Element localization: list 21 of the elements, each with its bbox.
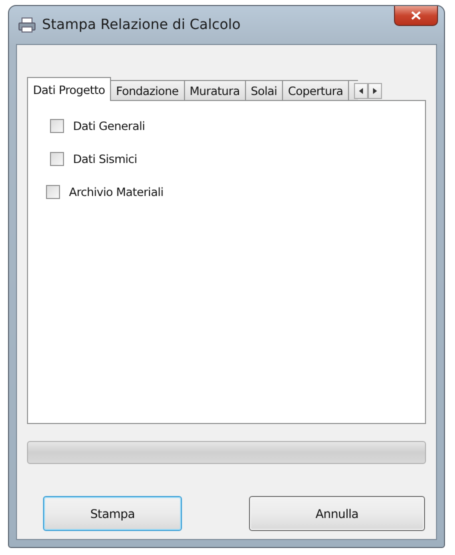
checkbox-label: Archivio Materiali: [69, 185, 164, 199]
scroll-left-button[interactable]: [354, 83, 368, 99]
tab[interactable]: Muratura: [184, 80, 246, 101]
checkbox-label: Dati Generali: [73, 119, 145, 133]
checkbox[interactable]: [46, 185, 60, 199]
checkbox-label: Dati Sismici: [73, 152, 138, 166]
scroll-right-button[interactable]: [368, 83, 382, 99]
right-arrow-icon: [373, 88, 378, 94]
close-icon: [411, 11, 421, 20]
tab[interactable]: Solai: [244, 80, 284, 101]
printer-icon: [18, 17, 36, 33]
tab[interactable]: Copertura: [282, 80, 350, 101]
window-title: Stampa Relazione di Calcolo: [42, 17, 241, 33]
checkbox[interactable]: [50, 152, 64, 166]
tab[interactable]: Dati Progetto: [27, 77, 112, 101]
checkbox[interactable]: [50, 119, 64, 133]
cancel-button[interactable]: Annulla: [249, 496, 425, 531]
tab[interactable]: Fondazione: [110, 80, 185, 101]
print-button[interactable]: Stampa: [43, 496, 182, 531]
left-arrow-icon: [359, 88, 364, 94]
close-button[interactable]: [394, 6, 438, 26]
